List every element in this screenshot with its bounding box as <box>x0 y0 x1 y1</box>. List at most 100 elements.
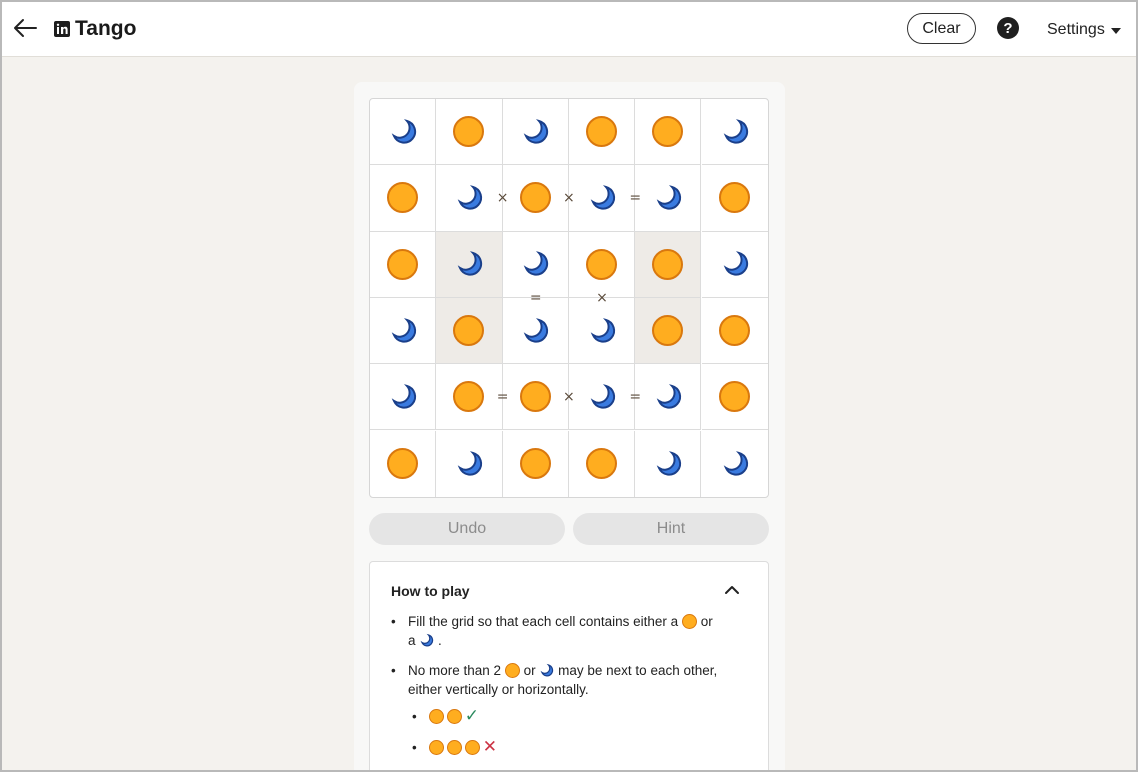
grid-cell[interactable] <box>436 231 503 298</box>
sun-icon <box>446 708 462 724</box>
moon-icon <box>653 183 683 213</box>
grid-cell[interactable] <box>635 430 702 497</box>
caret-down-icon <box>1110 28 1121 34</box>
moon-icon <box>420 633 434 647</box>
how-to-play-title: How to play <box>391 583 470 599</box>
grid-cell[interactable] <box>370 430 437 497</box>
moon-icon <box>388 316 418 346</box>
grid-cell[interactable] <box>702 431 768 497</box>
moon-icon <box>388 117 418 147</box>
sun-icon <box>652 248 684 280</box>
rule-text: Fill the grid so that each cell contains… <box>408 614 679 629</box>
grid-cell[interactable] <box>635 99 702 166</box>
undo-button[interactable]: Undo <box>369 513 565 545</box>
moon-icon <box>540 663 554 677</box>
grid-cell[interactable] <box>502 99 569 166</box>
sun-icon <box>453 116 485 148</box>
opposite-constraint-icon: × <box>563 389 575 406</box>
grid-cell[interactable] <box>503 430 569 497</box>
sun-icon <box>446 739 462 755</box>
grid-cell[interactable] <box>635 364 702 431</box>
moon-icon <box>587 183 617 213</box>
rule-text: or <box>523 663 536 678</box>
grid-cell[interactable] <box>370 99 437 166</box>
grid-cell[interactable] <box>436 99 503 166</box>
linkedin-logo-icon <box>54 21 70 37</box>
grid-cell[interactable] <box>436 297 503 365</box>
grid-cell[interactable] <box>701 364 768 431</box>
sun-icon <box>504 663 520 678</box>
sun-icon <box>519 448 551 480</box>
moon-icon <box>388 382 418 412</box>
equal-constraint-icon: = <box>629 389 642 406</box>
example-valid: • ✓ <box>412 706 479 726</box>
sun-icon <box>586 248 618 280</box>
opposite-constraint-icon: × <box>596 289 608 306</box>
moon-icon <box>454 183 484 213</box>
sun-icon <box>453 315 485 347</box>
top-bar: Tango Clear ? Settings <box>0 0 1138 57</box>
moon-icon <box>454 249 484 279</box>
sun-icon <box>387 448 419 480</box>
app-title: Tango <box>75 17 137 40</box>
grid-cell[interactable] <box>436 165 503 232</box>
equal-constraint-icon: = <box>529 289 542 306</box>
grid-cell[interactable] <box>502 364 569 431</box>
sun-icon <box>428 708 444 724</box>
grid-cell[interactable] <box>436 364 503 431</box>
grid-cell[interactable] <box>502 165 569 232</box>
sun-icon <box>719 315 751 347</box>
grid-cell[interactable] <box>568 231 636 298</box>
puzzle-board: × × = = × = × = <box>369 98 769 498</box>
how-to-play-panel: How to play • Fill the grid so that each… <box>369 561 769 772</box>
grid-cell[interactable] <box>568 364 636 431</box>
grid-cell[interactable] <box>370 297 437 365</box>
moon-icon <box>720 117 750 147</box>
grid-cell[interactable] <box>568 297 636 365</box>
moon-icon <box>520 316 550 346</box>
moon-icon <box>587 316 617 346</box>
hint-button[interactable]: Hint <box>573 513 769 545</box>
checkmark-icon: ✓ <box>464 706 479 726</box>
grid-cell[interactable] <box>701 298 768 365</box>
sun-icon <box>464 739 480 755</box>
sun-icon <box>586 116 618 148</box>
grid-cell[interactable] <box>635 297 702 365</box>
sun-icon <box>681 614 697 629</box>
control-buttons: Undo Hint <box>369 513 769 545</box>
equal-constraint-icon: = <box>496 389 509 406</box>
settings-label: Settings <box>1047 21 1105 38</box>
opposite-constraint-icon: × <box>563 190 575 207</box>
rule-text: . <box>438 633 442 648</box>
grid-cell[interactable] <box>635 165 702 232</box>
rule-text: or <box>700 614 713 629</box>
grid-cell[interactable] <box>436 430 503 497</box>
moon-icon <box>520 117 550 147</box>
moon-icon <box>720 249 750 279</box>
rule-text: No more than 2 <box>408 663 502 678</box>
grid-cell[interactable] <box>701 99 768 166</box>
grid-cell[interactable] <box>569 430 636 497</box>
back-arrow-icon[interactable] <box>12 16 38 40</box>
sun-icon <box>586 448 618 480</box>
grid-cell[interactable] <box>370 364 437 431</box>
equal-constraint-icon: = <box>629 190 642 207</box>
sun-icon <box>453 381 485 413</box>
grid-cell[interactable] <box>502 297 569 365</box>
sun-icon <box>519 381 551 413</box>
settings-menu[interactable]: Settings <box>1047 21 1121 39</box>
grid-cell[interactable] <box>701 232 768 298</box>
grid-cell[interactable] <box>568 99 636 166</box>
grid-cell[interactable] <box>568 165 636 232</box>
clear-button[interactable]: Clear <box>907 13 976 44</box>
chevron-up-icon[interactable] <box>723 583 741 597</box>
sun-icon <box>719 381 751 413</box>
grid-cell[interactable] <box>370 231 437 298</box>
grid-cell[interactable] <box>370 165 437 232</box>
grid-cell[interactable] <box>701 165 768 232</box>
grid-cell[interactable] <box>502 231 569 298</box>
cross-icon: ✕ <box>482 737 497 757</box>
help-icon[interactable]: ? <box>997 17 1019 39</box>
grid-cell[interactable] <box>635 231 702 298</box>
rule-item: • No more than 2 or may be next to each … <box>391 663 718 697</box>
